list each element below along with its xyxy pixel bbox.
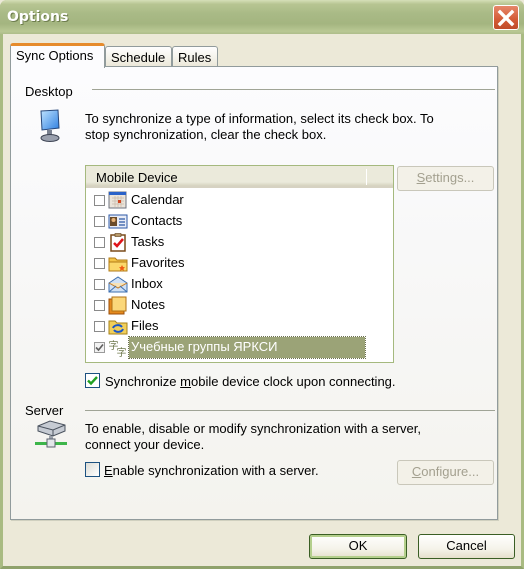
tab-label: Sync Options (16, 48, 94, 63)
close-button[interactable] (493, 5, 519, 30)
sync-clock-checkbox[interactable] (85, 373, 100, 388)
settings-accel: S (416, 170, 426, 185)
desktop-section-divider (92, 89, 495, 90)
tab-sync-options[interactable]: Sync Options (10, 43, 105, 68)
favorites-folder-icon (108, 257, 128, 272)
label-prefix: Synchronize (105, 374, 181, 389)
label-accel: E (104, 463, 113, 478)
server-description-line2: connect your device. (85, 437, 205, 452)
desktop-section-label: Desktop (25, 84, 73, 99)
enable-server-sync-row[interactable]: Enable synchronization with a server. (85, 462, 345, 478)
list-item-yarxi-groups[interactable]: 字 字 Учебные группы ЯРКСИ (86, 336, 393, 359)
configure-label: onfigure... (421, 464, 480, 479)
kanji-provider-icon: 字 字 (109, 339, 127, 357)
desktop-description: To synchronize a type of information, se… (85, 111, 434, 143)
list-item-inbox[interactable]: Inbox (86, 274, 393, 295)
tasks-checkbox[interactable] (94, 237, 105, 248)
enable-server-sync-label: Enable synchronization with a server. (104, 463, 319, 478)
window-title: Options (7, 9, 69, 25)
sync-options-panel: Desktop To synchronize a type of informa… (10, 66, 498, 520)
tab-schedule[interactable]: Schedule (105, 46, 172, 67)
settings-button[interactable]: Settings... (397, 166, 494, 191)
item-label: Contacts (131, 213, 183, 228)
close-x-icon (497, 9, 515, 26)
contacts-icon (108, 214, 128, 229)
column-separator[interactable] (366, 169, 367, 185)
yarxi-groups-checkbox[interactable] (94, 342, 105, 353)
list-column-header[interactable]: Mobile Device (86, 166, 393, 188)
server-description: To enable, disable or modify synchroniza… (85, 421, 421, 453)
tasks-icon (110, 233, 126, 252)
desktop-description-line1: To synchronize a type of information, se… (85, 111, 434, 126)
label-rest: nable synchronization with a server. (112, 463, 319, 478)
tab-label: Rules (178, 50, 212, 65)
desktop-description-line2: stop synchronization, clear the check bo… (85, 127, 327, 142)
tab-label: Schedule (111, 50, 166, 65)
configure-button[interactable]: Configure... (397, 460, 494, 485)
tab-rules[interactable]: Rules (172, 46, 218, 67)
label-accel: m (180, 374, 191, 389)
mobile-device-list[interactable]: Mobile Device Calendar Contacts Tasks Fa… (85, 165, 394, 363)
list-item-tasks[interactable]: Tasks (86, 232, 393, 253)
inbox-checkbox[interactable] (94, 279, 105, 290)
server-description-line1: To enable, disable or modify synchroniza… (85, 421, 422, 436)
contacts-checkbox[interactable] (94, 216, 105, 227)
server-network-icon (35, 420, 67, 448)
list-item-favorites[interactable]: Favorites (86, 253, 393, 274)
files-sync-folder-icon (108, 320, 128, 335)
item-label: Notes (131, 297, 165, 312)
server-section-divider (85, 410, 495, 411)
ok-button[interactable]: OK (309, 534, 407, 559)
title-bar[interactable]: Options (0, 0, 524, 34)
notes-icon (108, 296, 127, 315)
list-item-files[interactable]: Files (86, 316, 393, 337)
favorites-checkbox[interactable] (94, 258, 105, 269)
column-header-mobile-device: Mobile Device (96, 170, 178, 185)
desktop-computer-icon (40, 109, 60, 142)
checkmark-icon (95, 343, 104, 352)
enable-server-sync-checkbox[interactable] (85, 462, 100, 477)
svg-text:字: 字 (117, 346, 127, 357)
item-label: Tasks (131, 234, 165, 249)
sync-clock-label: Synchronize mobile device clock upon con… (105, 374, 396, 389)
server-section-label: Server (25, 403, 64, 418)
cancel-button[interactable]: Cancel (418, 534, 515, 559)
inbox-envelope-icon (108, 276, 128, 293)
label-rest: obile device clock upon connecting. (191, 374, 396, 389)
item-label: Calendar (131, 192, 184, 207)
item-label: Files (131, 318, 159, 333)
list-item-contacts[interactable]: Contacts (86, 211, 393, 232)
item-label: Inbox (131, 276, 163, 291)
item-label: Учебные группы ЯРКСИ (128, 336, 366, 359)
item-label: Favorites (131, 255, 185, 270)
sync-clock-checkbox-row[interactable]: Synchronize mobile device clock upon con… (85, 373, 425, 389)
notes-checkbox[interactable] (94, 300, 105, 311)
list-item-calendar[interactable]: Calendar (86, 190, 393, 211)
settings-label: ettings... (425, 170, 475, 185)
list-item-notes[interactable]: Notes (86, 295, 393, 316)
files-checkbox[interactable] (94, 321, 105, 332)
calendar-checkbox[interactable] (94, 195, 105, 206)
calendar-icon (108, 191, 127, 209)
checkmark-icon (87, 376, 98, 386)
configure-accel: C (411, 464, 422, 479)
